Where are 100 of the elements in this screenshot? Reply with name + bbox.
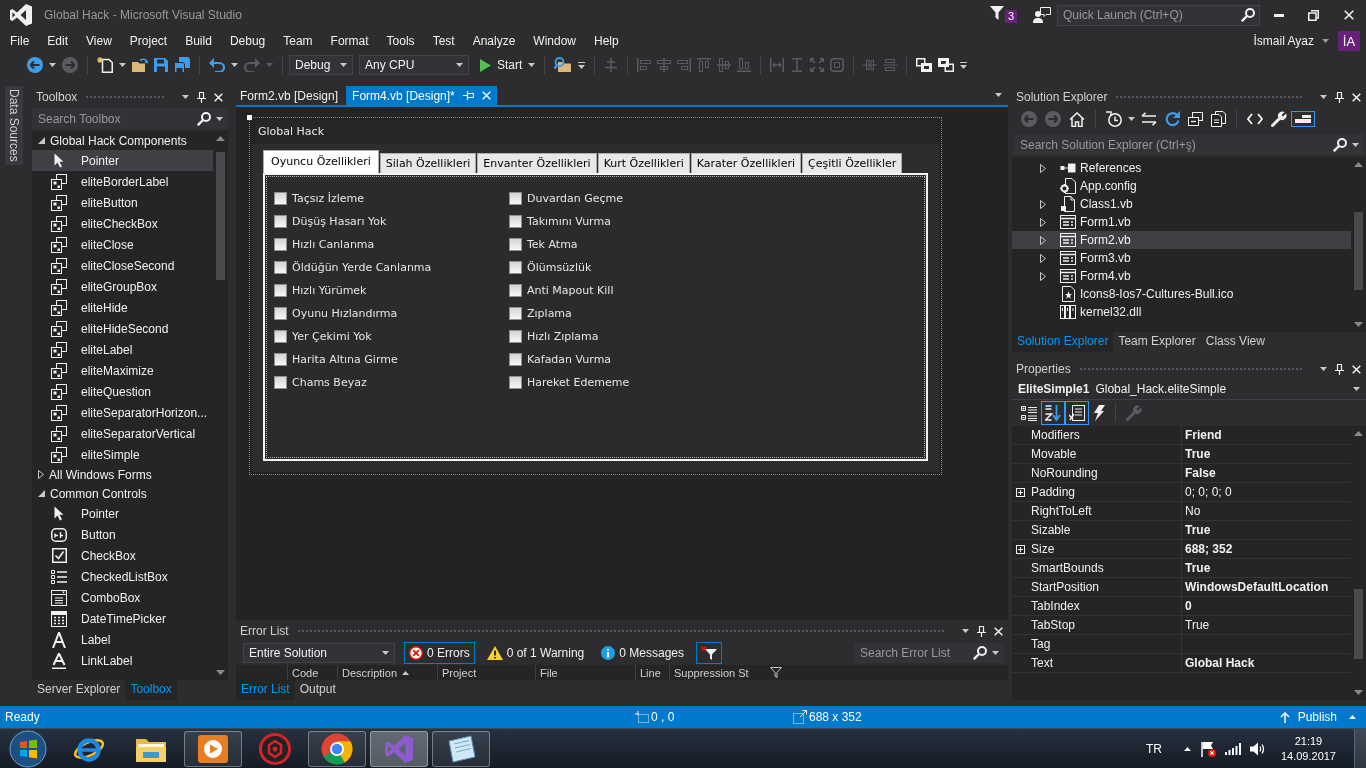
overflow-caret-icon[interactable] <box>578 61 586 69</box>
tab[interactable]: Çeşitli Özellikler <box>802 153 903 173</box>
toolbox-item[interactable]: ComboBox <box>32 587 213 608</box>
property-value[interactable]: WindowsDefaultLocation <box>1182 578 1351 596</box>
tab[interactable]: Kurt Özellikleri <box>597 153 690 173</box>
warnings-filter-button[interactable]: 0 of 1 Warning <box>481 641 590 664</box>
messages-filter-button[interactable]: 0 Messages <box>596 641 689 664</box>
property-value[interactable]: 0; 0; 0; 0 <box>1182 483 1351 501</box>
property-value[interactable]: Global Hack <box>1182 654 1351 672</box>
checkbox[interactable] <box>274 376 287 389</box>
toolbox-item[interactable]: eliteClose <box>32 234 213 255</box>
publish-button[interactable]: Publish <box>1279 710 1337 724</box>
up-triangle-icon[interactable] <box>1354 431 1363 436</box>
minimize-icon[interactable] <box>1273 13 1284 17</box>
tree-item[interactable]: Icons8-Ios7-Cultures-Bull.ico <box>1012 285 1351 303</box>
signal-bars-icon[interactable] <box>1224 742 1241 755</box>
checkbox[interactable] <box>509 192 522 205</box>
triangle-right-icon[interactable] <box>1040 235 1046 245</box>
close-icon[interactable] <box>1352 92 1361 102</box>
start-orb-icon[interactable] <box>9 729 47 768</box>
panel-tab[interactable]: Output <box>294 680 341 700</box>
checkbox[interactable] <box>274 353 287 366</box>
folder-magnifier-icon[interactable] <box>554 57 573 73</box>
tree-item[interactable]: Form4.vb <box>1012 267 1351 285</box>
down-triangle-icon[interactable] <box>216 670 225 675</box>
toolbox-item[interactable]: eliteMaximize <box>32 360 213 381</box>
toolbox-item[interactable]: eliteCheckBox <box>32 213 213 234</box>
toolbox-item[interactable]: eliteLabel <box>32 339 213 360</box>
checkbox[interactable] <box>509 261 522 274</box>
panel-tab[interactable]: Error List <box>236 680 295 700</box>
tree-item[interactable]: Form1.vb <box>1012 213 1351 231</box>
toolbox-item[interactable]: CheckBox <box>32 545 213 566</box>
search-icon[interactable] <box>1333 137 1347 152</box>
property-sheet-icon[interactable] <box>1065 401 1089 425</box>
open-folder-icon[interactable] <box>132 58 148 72</box>
funnel-icon[interactable] <box>989 6 1004 20</box>
pin-icon[interactable] <box>1335 91 1344 103</box>
toolbox-item[interactable]: eliteSeparatorVertical <box>32 423 213 444</box>
checkbox[interactable] <box>274 307 287 320</box>
menu-item[interactable]: Project <box>120 31 177 51</box>
categorized-list-icon[interactable] <box>1021 405 1037 421</box>
pin-icon[interactable] <box>1335 363 1344 375</box>
restore-icon[interactable] <box>1308 9 1319 21</box>
search-field[interactable]: Search Toolbox <box>32 108 228 129</box>
search-icon[interactable] <box>1241 8 1255 22</box>
down-triangle-icon[interactable] <box>1354 322 1363 327</box>
angle-brackets-icon[interactable] <box>1247 113 1263 125</box>
stacked-documents-icon[interactable] <box>1211 111 1226 127</box>
plus-square-icon[interactable] <box>1015 544 1025 554</box>
checkbox[interactable] <box>274 192 287 205</box>
clock-icon[interactable] <box>1106 111 1122 127</box>
toolbox-item[interactable]: eliteSimple <box>32 444 213 465</box>
toolbox-item[interactable]: Pointer <box>32 150 213 171</box>
property-value[interactable]: Friend <box>1182 426 1351 444</box>
toolbox-group-header[interactable]: Common Controls <box>32 484 213 503</box>
scrollbar-thumb[interactable] <box>1354 589 1363 659</box>
tree-item[interactable]: Class1.vb <box>1012 195 1351 213</box>
toolbox-group-header[interactable]: Global Hack Components <box>32 131 213 150</box>
menu-item[interactable]: Help <box>585 31 628 51</box>
caret-icon[interactable] <box>1322 39 1329 43</box>
triangle-right-icon[interactable] <box>1040 271 1046 281</box>
tab[interactable]: Silah Özellikleri <box>379 153 477 173</box>
tree-item[interactable]: References <box>1012 159 1351 177</box>
property-value[interactable]: True <box>1182 521 1351 539</box>
resize-handle[interactable] <box>247 115 252 120</box>
property-value[interactable]: 0 <box>1182 597 1351 615</box>
tree-item[interactable]: kernel32.dll <box>1012 303 1351 321</box>
wrench-icon[interactable] <box>1271 111 1287 127</box>
overflow-caret-icon[interactable] <box>960 61 968 69</box>
taskbar-button[interactable] <box>308 730 366 767</box>
search-field[interactable]: Search Solution Explorer (Ctrl+ş) <box>1014 134 1364 155</box>
close-icon[interactable] <box>214 92 223 102</box>
lightning-icon[interactable] <box>1093 405 1105 421</box>
notification-badge[interactable]: 3 <box>1004 10 1017 23</box>
house-icon[interactable] <box>1069 111 1085 127</box>
panel-tab[interactable]: Team Explorer <box>1113 332 1201 352</box>
panel-tab[interactable]: Server Explorer <box>32 680 126 700</box>
panel-tab[interactable]: Toolbox <box>125 680 177 700</box>
pin-icon[interactable] <box>977 625 986 637</box>
menu-item[interactable]: File <box>1 31 39 51</box>
toolbox-group-header[interactable]: All Windows Forms <box>32 465 213 484</box>
checkbox[interactable] <box>509 215 522 228</box>
caret-icon[interactable] <box>995 93 1002 97</box>
menu-item[interactable]: Analyze <box>463 31 525 51</box>
caret-icon[interactable] <box>1320 95 1327 99</box>
document-tab[interactable]: Form2.vb [Design] <box>236 86 345 105</box>
tab[interactable]: Karater Özellikleri <box>690 153 801 173</box>
toolbox-item[interactable]: eliteHide <box>32 297 213 318</box>
toolbox-item[interactable]: eliteHideSecond <box>32 318 213 339</box>
caret-up-icon[interactable] <box>1183 746 1191 751</box>
stacked-floppy-icon[interactable] <box>174 57 190 73</box>
scrollbar-thumb[interactable] <box>1354 212 1363 290</box>
caret-icon[interactable] <box>49 63 56 67</box>
triangle-right-icon[interactable] <box>1040 253 1046 263</box>
menu-item[interactable]: Build <box>176 31 221 51</box>
back-layer-icon[interactable] <box>938 58 955 72</box>
property-value[interactable]: True <box>1182 559 1351 577</box>
menu-item[interactable]: Team <box>274 31 322 51</box>
down-triangle-icon[interactable] <box>1354 690 1363 695</box>
search-icon[interactable] <box>973 645 987 660</box>
